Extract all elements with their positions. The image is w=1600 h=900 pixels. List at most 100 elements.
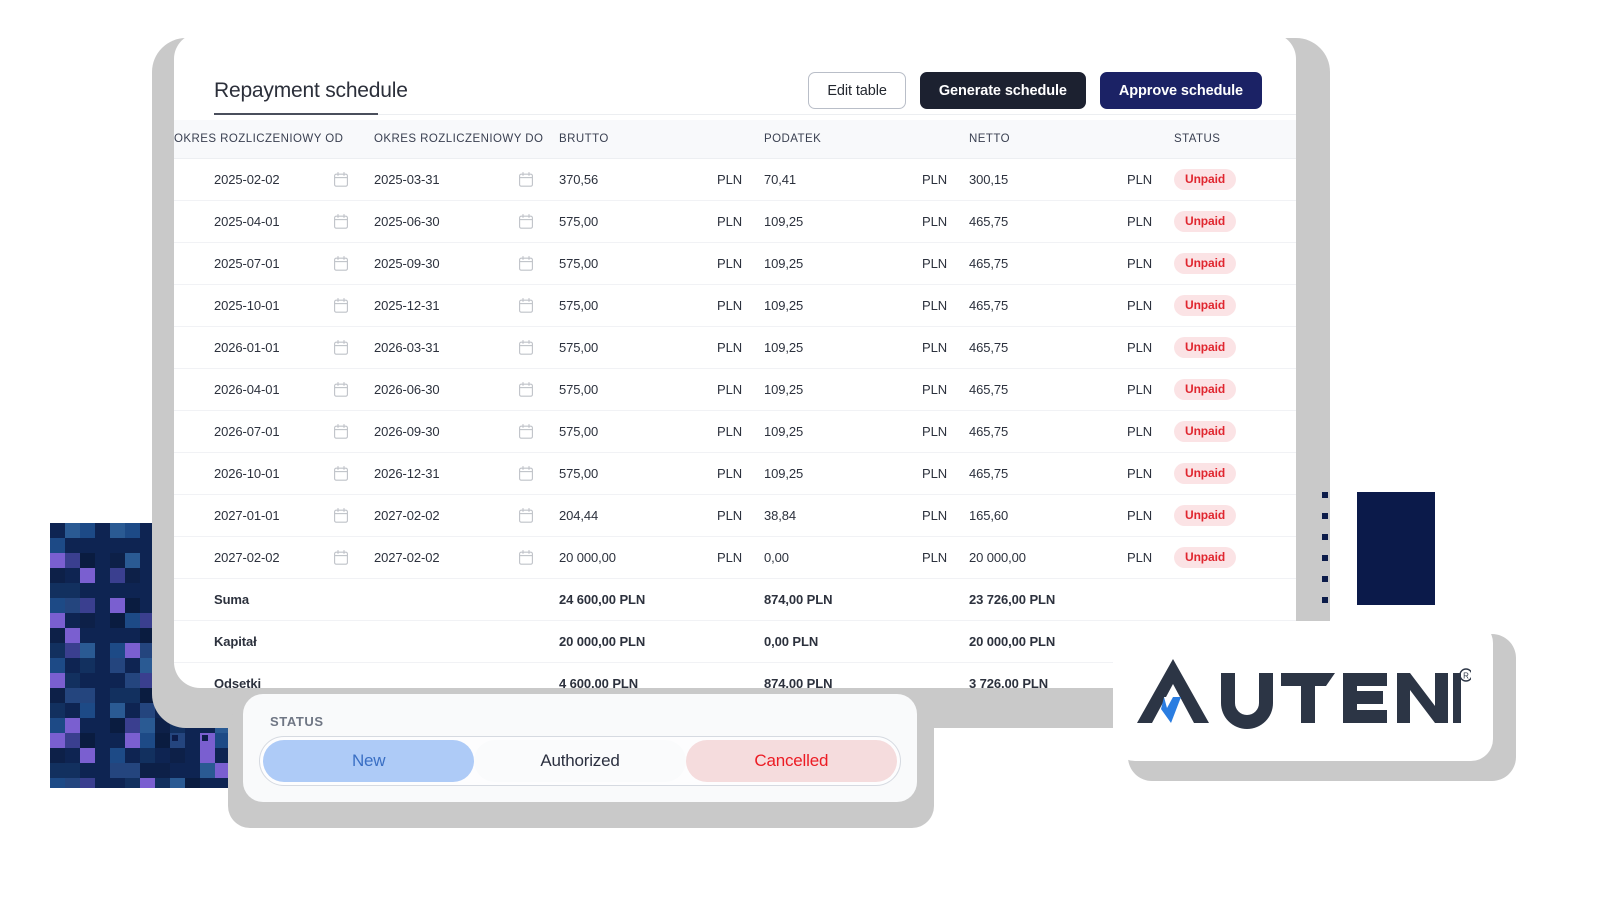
period-from-value: 2025-02-02 xyxy=(214,172,280,187)
status-badge: Unpaid xyxy=(1174,547,1237,568)
calendar-icon[interactable] xyxy=(334,340,348,355)
calendar-icon[interactable] xyxy=(334,298,348,313)
brutto-currency: PLN xyxy=(717,382,742,397)
approve-schedule-button[interactable]: Approve schedule xyxy=(1099,72,1262,109)
calendar-icon[interactable] xyxy=(519,214,533,229)
table-row[interactable]: 2026-01-01 2026-03-31 575,00 PLN 109,25 PLN 46… xyxy=(174,326,1296,369)
header-actions: Edit table Generate schedule Approve sch… xyxy=(808,72,1262,109)
netto-value: 465,75 xyxy=(969,424,1009,439)
summary-label: Suma xyxy=(174,578,374,621)
summary-status-spacer xyxy=(1174,578,1296,621)
cell-podatek: 109,25 PLN xyxy=(764,410,969,453)
column-header-period-to[interactable]: OKRES ROZLICZENIOWY DO xyxy=(374,120,559,159)
table-row[interactable]: 2027-02-02 2027-02-02 20 000,00 PLN 0,00 PLN 2… xyxy=(174,536,1296,579)
status-badge: Unpaid xyxy=(1174,253,1237,274)
table-row[interactable]: 2025-07-01 2025-09-30 575,00 PLN 109,25 PLN 46… xyxy=(174,242,1296,285)
title-underline xyxy=(214,113,378,115)
status-badge: Unpaid xyxy=(1174,463,1237,484)
calendar-icon[interactable] xyxy=(519,172,533,187)
column-header-period-from[interactable]: OKRES ROZLICZENIOWY OD xyxy=(174,120,374,159)
cell-netto: 165,60 PLN xyxy=(969,494,1174,537)
brutto-currency: PLN xyxy=(717,256,742,271)
calendar-icon[interactable] xyxy=(334,550,348,565)
netto-currency: PLN xyxy=(1127,298,1152,313)
netto-value: 465,75 xyxy=(969,382,1009,397)
calendar-icon[interactable] xyxy=(519,382,533,397)
period-to-value: 2027-02-02 xyxy=(374,550,440,565)
cell-period-from: 2027-02-02 xyxy=(174,536,374,579)
calendar-icon[interactable] xyxy=(519,424,533,439)
status-option-authorized[interactable]: Authorized xyxy=(474,740,686,782)
brutto-currency: PLN xyxy=(717,424,742,439)
cell-brutto: 575,00 PLN xyxy=(559,452,764,495)
status-option-new[interactable]: New xyxy=(263,740,475,782)
cell-status: Unpaid xyxy=(1174,368,1296,411)
table-row[interactable]: 2026-07-01 2026-09-30 575,00 PLN 109,25 PLN 46… xyxy=(174,410,1296,453)
cell-period-to: 2026-06-30 xyxy=(374,368,559,411)
summary-row: Suma 24 600,00 PLN 874,00 PLN 23 726,00 PLN xyxy=(174,578,1296,621)
table-row[interactable]: 2025-10-01 2025-12-31 575,00 PLN 109,25 PLN 46… xyxy=(174,284,1296,327)
status-badge: Unpaid xyxy=(1174,295,1237,316)
table-row[interactable]: 2027-01-01 2027-02-02 204,44 PLN 38,84 PLN 165… xyxy=(174,494,1296,537)
podatek-value: 38,84 xyxy=(764,508,797,523)
calendar-icon[interactable] xyxy=(334,256,348,271)
brutto-currency: PLN xyxy=(717,214,742,229)
podatek-currency: PLN xyxy=(922,382,947,397)
cell-period-to: 2027-02-02 xyxy=(374,536,559,579)
status-segmented-control[interactable]: New Authorized Cancelled xyxy=(259,736,901,786)
brutto-value: 575,00 xyxy=(559,256,599,271)
status-label: STATUS xyxy=(270,714,324,729)
column-header-netto[interactable]: NETTO xyxy=(969,120,1174,159)
calendar-icon[interactable] xyxy=(519,508,533,523)
table-row[interactable]: 2026-04-01 2026-06-30 575,00 PLN 109,25 PLN 46… xyxy=(174,368,1296,411)
calendar-icon[interactable] xyxy=(519,550,533,565)
cell-period-from: 2026-04-01 xyxy=(174,368,374,411)
edit-table-button[interactable]: Edit table xyxy=(808,72,906,109)
podatek-value: 109,25 xyxy=(764,256,804,271)
calendar-icon[interactable] xyxy=(519,340,533,355)
calendar-icon[interactable] xyxy=(519,256,533,271)
netto-value: 300,15 xyxy=(969,172,1009,187)
period-to-value: 2026-12-31 xyxy=(374,466,440,481)
table-row[interactable]: 2025-02-02 2025-03-31 370,56 PLN 70,41 PLN 300… xyxy=(174,158,1296,201)
cell-netto: 465,75 PLN xyxy=(969,242,1174,285)
podatek-value: 109,25 xyxy=(764,424,804,439)
netto-value: 20 000,00 xyxy=(969,550,1026,565)
brutto-currency: PLN xyxy=(717,340,742,355)
column-header-brutto[interactable]: BRUTTO xyxy=(559,120,764,159)
cell-brutto: 204,44 PLN xyxy=(559,494,764,537)
cell-podatek: 109,25 PLN xyxy=(764,452,969,495)
cell-period-to: 2026-12-31 xyxy=(374,452,559,495)
column-header-status[interactable]: STATUS xyxy=(1174,120,1296,159)
table-row[interactable]: 2025-04-01 2025-06-30 575,00 PLN 109,25 PLN 46… xyxy=(174,200,1296,243)
status-filter-card: STATUS New Authorized Cancelled xyxy=(243,694,917,802)
calendar-icon[interactable] xyxy=(519,466,533,481)
calendar-icon[interactable] xyxy=(334,508,348,523)
cell-status: Unpaid xyxy=(1174,410,1296,453)
table-body: 2025-02-02 2025-03-31 370,56 PLN 70,41 PLN 300… xyxy=(174,158,1296,688)
generate-schedule-button[interactable]: Generate schedule xyxy=(919,72,1086,109)
calendar-icon[interactable] xyxy=(334,172,348,187)
column-header-podatek[interactable]: PODATEK xyxy=(764,120,969,159)
calendar-icon[interactable] xyxy=(334,214,348,229)
podatek-currency: PLN xyxy=(922,550,947,565)
cell-period-from: 2027-01-01 xyxy=(174,494,374,537)
calendar-icon[interactable] xyxy=(334,382,348,397)
podatek-currency: PLN xyxy=(922,256,947,271)
autenti-logo-card: R xyxy=(1113,621,1493,761)
period-from-value: 2025-04-01 xyxy=(214,214,280,229)
table-row[interactable]: 2026-10-01 2026-12-31 575,00 PLN 109,25 PLN 46… xyxy=(174,452,1296,495)
podatek-value: 109,25 xyxy=(764,466,804,481)
calendar-icon[interactable] xyxy=(334,466,348,481)
cell-status: Unpaid xyxy=(1174,200,1296,243)
cell-period-from: 2026-07-01 xyxy=(174,410,374,453)
calendar-icon[interactable] xyxy=(334,424,348,439)
status-option-cancelled[interactable]: Cancelled xyxy=(685,740,897,782)
period-to-value: 2025-12-31 xyxy=(374,298,440,313)
status-badge: Unpaid xyxy=(1174,337,1237,358)
calendar-icon[interactable] xyxy=(519,298,533,313)
cell-podatek: 109,25 PLN xyxy=(764,368,969,411)
cell-brutto: 575,00 PLN xyxy=(559,368,764,411)
cell-podatek: 70,41 PLN xyxy=(764,158,969,201)
cell-netto: 300,15 PLN xyxy=(969,158,1174,201)
